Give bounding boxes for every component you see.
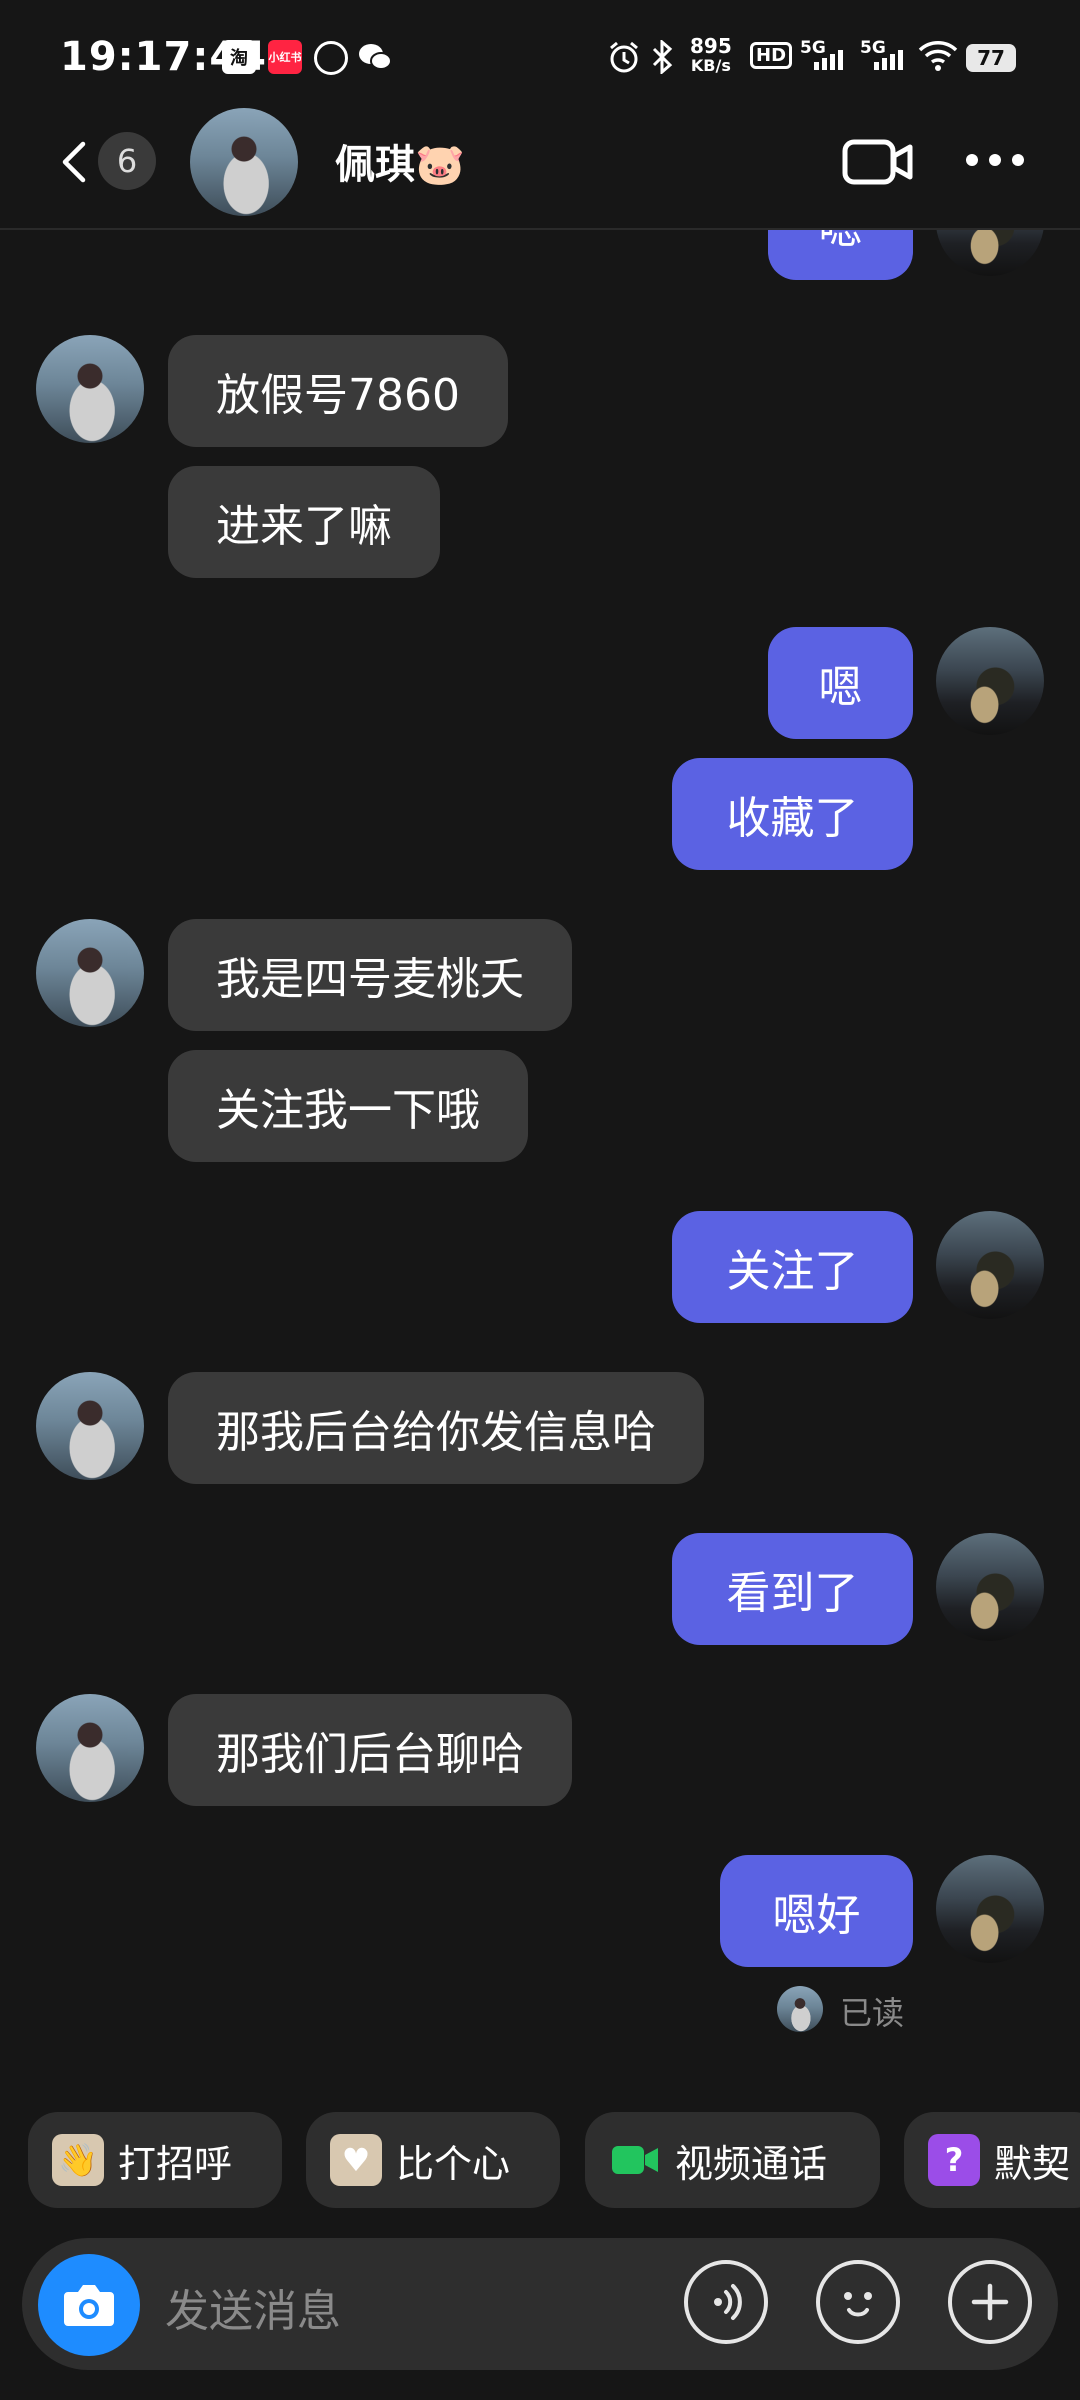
message-bubble-sent[interactable]: 嗯 bbox=[768, 230, 913, 280]
voice-wave-icon bbox=[714, 2284, 742, 2320]
more-options-button[interactable] bbox=[962, 150, 1028, 174]
quick-action-video-call[interactable]: 视频通话 bbox=[585, 2112, 880, 2208]
contact-avatar[interactable] bbox=[36, 1694, 144, 1802]
contact-avatar[interactable] bbox=[36, 1372, 144, 1480]
wave-sticker-icon: 👋 bbox=[52, 2134, 104, 2186]
emoji-face-icon bbox=[844, 2292, 872, 2317]
plus-icon bbox=[971, 2283, 1009, 2321]
voice-button[interactable] bbox=[684, 2260, 768, 2344]
chevron-left-icon bbox=[62, 141, 86, 183]
question-icon: ? bbox=[928, 2134, 980, 2186]
quick-action-wave[interactable]: 👋 打招呼 bbox=[28, 2112, 282, 2208]
add-more-button[interactable] bbox=[948, 2260, 1032, 2344]
signal-1: 5G bbox=[800, 38, 843, 70]
message-bubble-sent[interactable]: 收藏了 bbox=[672, 758, 913, 870]
message-bubble-sent[interactable]: 看到了 bbox=[672, 1533, 913, 1645]
message-list[interactable]: 嗯 放假号7860 进来了嘛 嗯 收藏了 我是四号麦桃夭 关注我一下哦 关注了 … bbox=[0, 230, 1080, 2070]
wifi-icon bbox=[918, 40, 958, 76]
my-avatar[interactable] bbox=[936, 1855, 1044, 1963]
camera-button[interactable] bbox=[38, 2254, 140, 2356]
message-bubble-sent[interactable]: 嗯 bbox=[768, 627, 913, 739]
contact-avatar[interactable] bbox=[36, 335, 144, 443]
video-call-icon bbox=[609, 2134, 661, 2186]
quick-action-heart[interactable]: ♥ 比个心 bbox=[306, 2112, 560, 2208]
network-speed: 895 KB/s bbox=[690, 36, 732, 76]
message-bubble-received[interactable]: 放假号7860 bbox=[168, 335, 508, 447]
read-receipt-avatar bbox=[777, 1986, 823, 2032]
bluetooth-icon bbox=[650, 38, 676, 78]
battery-icon: 77 bbox=[966, 44, 1016, 72]
read-status: 已读 bbox=[840, 1994, 905, 2032]
xiaohongshu-icon: 小红书 bbox=[268, 40, 302, 74]
video-call-button[interactable] bbox=[842, 136, 914, 192]
message-bubble-received[interactable]: 那我们后台聊哈 bbox=[168, 1694, 572, 1806]
quick-action-label: 打招呼 bbox=[118, 2141, 233, 2186]
message-bubble-received[interactable]: 关注我一下哦 bbox=[168, 1050, 528, 1162]
my-avatar[interactable] bbox=[936, 1533, 1044, 1641]
message-bubble-received[interactable]: 那我后台给你发信息哈 bbox=[168, 1372, 704, 1484]
hd-icon: HD bbox=[750, 42, 793, 69]
status-bar: 19:17:44 淘 小红书 895 KB/s HD 5G 5G 77 bbox=[0, 0, 1080, 115]
chat-header bbox=[0, 115, 1080, 230]
wechat-icon bbox=[358, 40, 392, 74]
heart-sticker-icon: ♥ bbox=[330, 2134, 382, 2186]
back-button[interactable] bbox=[55, 140, 95, 183]
taobao-icon: 淘 bbox=[222, 40, 256, 74]
quick-action-label: 默契 bbox=[994, 2141, 1071, 2186]
video-camera-icon bbox=[842, 139, 913, 185]
net-speed-value: 895 bbox=[690, 34, 732, 58]
my-avatar[interactable] bbox=[936, 1211, 1044, 1319]
contact-avatar[interactable] bbox=[36, 919, 144, 1027]
camera-icon bbox=[64, 2285, 114, 2326]
unread-count-badge: 6 bbox=[98, 132, 156, 190]
message-bubble-received[interactable]: 进来了嘛 bbox=[168, 466, 440, 578]
my-avatar[interactable] bbox=[936, 230, 1044, 276]
alarm-icon bbox=[607, 40, 641, 78]
contact-avatar[interactable] bbox=[190, 108, 298, 216]
signal-2: 5G bbox=[860, 38, 903, 70]
sync-icon bbox=[314, 41, 348, 75]
quick-action-label: 比个心 bbox=[396, 2141, 511, 2186]
emoji-button[interactable] bbox=[816, 2260, 900, 2344]
message-input[interactable]: 发送消息 bbox=[165, 2275, 341, 2339]
message-bubble-sent[interactable]: 关注了 bbox=[672, 1211, 913, 1323]
net-speed-unit: KB/s bbox=[690, 56, 731, 75]
contact-name[interactable]: 佩琪🐷 bbox=[335, 132, 465, 190]
quick-action-match[interactable]: ? 默契 bbox=[904, 2112, 1080, 2208]
message-bubble-sent[interactable]: 嗯好 bbox=[720, 1855, 913, 1967]
quick-action-label: 视频通话 bbox=[675, 2141, 828, 2186]
more-dots-icon bbox=[966, 154, 1024, 166]
my-avatar[interactable] bbox=[936, 627, 1044, 735]
message-bubble-received[interactable]: 我是四号麦桃夭 bbox=[168, 919, 572, 1031]
